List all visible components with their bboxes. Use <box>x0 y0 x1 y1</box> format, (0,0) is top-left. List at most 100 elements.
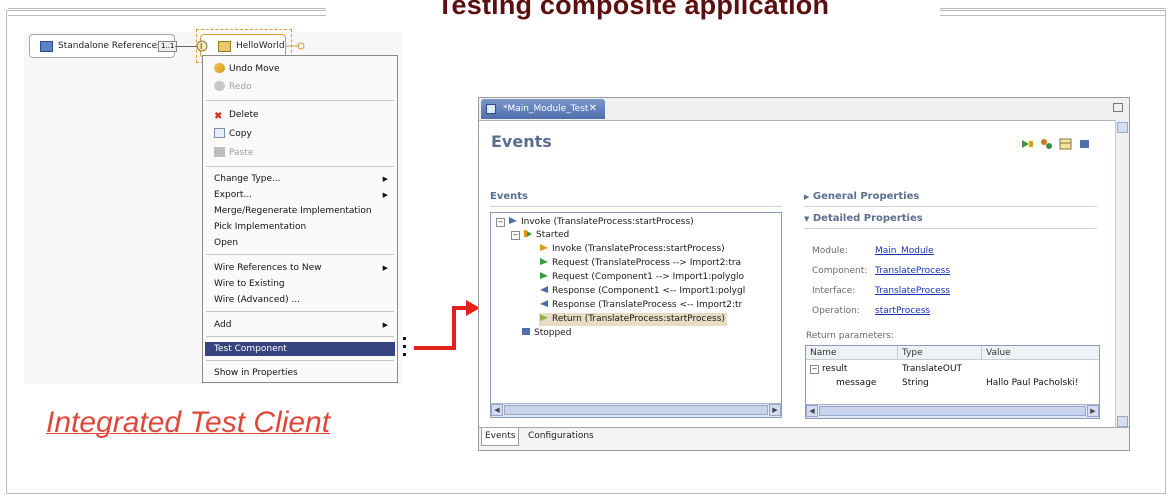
tree-row-label: Request (Component1 --> Import1:polyglo <box>552 272 745 282</box>
menu-item-delete[interactable]: ✖ Delete <box>205 108 395 122</box>
helloworld-label: HelloWorld <box>236 41 285 51</box>
editor-bottom-tabs: Events Configurations <box>479 427 1129 450</box>
operation-link[interactable]: startProcess <box>875 306 930 316</box>
menu-item-show-in-properties[interactable]: Show in Properties <box>205 366 395 380</box>
tree-row[interactable]: Request (TranslateProcess --> Import2:tr… <box>539 257 779 270</box>
scroll-right-icon[interactable]: ▶ <box>1087 405 1099 417</box>
menu-item-undo-move[interactable]: Undo Move <box>205 62 395 76</box>
stop-icon[interactable] <box>1078 138 1091 150</box>
component-label: Component: <box>812 266 868 276</box>
menu-item-add[interactable]: Add ▶ <box>205 318 395 332</box>
invoke-event-icon <box>509 217 517 224</box>
menu-item-wire-advanced[interactable]: Wire (Advanced) ... <box>205 293 395 307</box>
scroll-up-icon[interactable] <box>1117 122 1128 133</box>
collapse-icon[interactable]: − <box>810 365 819 374</box>
close-icon[interactable]: ✕ <box>589 99 597 119</box>
column-header-value[interactable]: Value <box>982 346 1099 360</box>
editor-tab-bar: *Main_Module_Test ✕ <box>479 98 1129 121</box>
menu-item-wire-to-existing[interactable]: Wire to Existing <box>205 277 395 291</box>
menu-item-wire-references-to-new[interactable]: Wire References to New ▶ <box>205 261 395 275</box>
request-icon <box>540 258 548 265</box>
menu-item-merge-regenerate[interactable]: Merge/Regenerate Implementation <box>205 204 395 218</box>
menu-item-copy[interactable]: Copy <box>205 127 395 141</box>
menu-item-label: Redo <box>229 82 252 92</box>
connector-line <box>452 306 456 350</box>
detailed-properties-section[interactable]: ▼ Detailed Properties <box>804 213 923 224</box>
scrollbar-thumb[interactable] <box>504 405 768 415</box>
tree-row-label: Response (Component1 <-- Import1:polygl <box>552 286 746 296</box>
interface-link[interactable]: TranslateProcess <box>875 286 950 296</box>
module-label: Module: <box>812 246 848 256</box>
table-row[interactable]: − result <box>810 363 847 375</box>
menu-item-label: Open <box>214 238 239 248</box>
menu-item-test-component[interactable]: Test Component <box>205 342 395 356</box>
column-header-name[interactable]: Name <box>806 346 898 360</box>
standalone-references-node[interactable]: Standalone References <box>29 34 175 58</box>
scroll-right-icon[interactable]: ▶ <box>769 404 781 416</box>
tab-events[interactable]: Events <box>481 428 520 446</box>
tree-row-label: Invoke (TranslateProcess:startProcess) <box>552 244 725 254</box>
stopped-icon <box>522 328 530 335</box>
tab-configurations[interactable]: Configurations <box>525 428 597 445</box>
module-link[interactable]: Main_Module <box>875 246 934 256</box>
submenu-arrow-icon: ▶ <box>382 175 388 183</box>
menu-item-open[interactable]: Open <box>205 236 395 250</box>
page-title: Events <box>491 132 552 151</box>
menu-separator <box>206 166 394 167</box>
tree-row[interactable]: Invoke (TranslateProcess:startProcess) <box>539 243 725 256</box>
menu-separator <box>206 360 394 361</box>
menu-item-label: Delete <box>229 110 259 120</box>
tree-row[interactable]: Request (Component1 --> Import1:polyglo <box>539 271 779 284</box>
tree-row[interactable]: Stopped <box>521 327 571 340</box>
horizontal-scrollbar[interactable]: ◀ ▶ <box>806 404 1099 418</box>
menu-item-label: Test Component <box>214 344 287 354</box>
scroll-left-icon[interactable]: ◀ <box>491 404 503 416</box>
menu-item-redo[interactable]: Redo <box>205 80 395 94</box>
tree-row-label: Invoke (TranslateProcess:startProcess) <box>521 217 694 227</box>
menu-item-change-type[interactable]: Change Type... ▶ <box>205 172 395 186</box>
table-view-icon[interactable] <box>1059 138 1072 150</box>
tree-row[interactable]: Response (Component1 <-- Import1:polygl <box>539 285 779 298</box>
tree-row-selected[interactable]: Return (TranslateProcess:startProcess) <box>539 313 727 326</box>
reference-icon <box>286 42 305 50</box>
component-link[interactable]: TranslateProcess <box>875 266 950 276</box>
tree-row[interactable]: Response (TranslateProcess <-- Import2:t… <box>539 299 779 312</box>
menu-item-export[interactable]: Export... ▶ <box>205 188 395 202</box>
request-icon <box>540 272 548 279</box>
general-properties-section[interactable]: ▶ General Properties <box>804 191 919 202</box>
tab-main-module-test[interactable]: *Main_Module_Test ✕ <box>481 99 605 119</box>
maximize-icon[interactable] <box>1113 103 1123 112</box>
menu-item-label: Paste <box>229 148 254 158</box>
delete-icon: ✖ <box>214 111 223 122</box>
test-file-icon <box>486 104 496 114</box>
tab-label: *Main_Module_Test <box>503 104 589 114</box>
tree-row[interactable]: − Started <box>511 229 569 242</box>
menu-item-label: Add <box>214 320 232 330</box>
events-section-label: Events <box>490 191 528 202</box>
scrollbar-thumb[interactable] <box>819 406 1086 416</box>
menu-item-label: Copy <box>229 129 252 139</box>
menu-item-label: Show in Properties <box>214 368 298 378</box>
menu-item-paste[interactable]: Paste <box>205 146 395 160</box>
events-tree: − Invoke (TranslateProcess:startProcess) … <box>490 212 782 418</box>
menu-separator <box>206 100 394 101</box>
tree-row[interactable]: − Invoke (TranslateProcess:startProcess) <box>496 216 694 229</box>
menu-item-pick-implementation[interactable]: Pick Implementation <box>205 220 395 234</box>
interface-icon: I <box>196 40 208 52</box>
scroll-left-icon[interactable]: ◀ <box>806 405 818 417</box>
test-editor-window: *Main_Module_Test ✕ Events Events − Invok… <box>478 97 1130 451</box>
scroll-down-icon[interactable] <box>1117 416 1128 427</box>
column-header-type[interactable]: Type <box>898 346 982 360</box>
tree-row-label: Return (TranslateProcess:startProcess) <box>552 314 725 324</box>
attach-icon[interactable] <box>1040 138 1053 150</box>
table-cell: TranslateOUT <box>902 364 963 374</box>
vertical-scrollbar[interactable] <box>1115 120 1129 429</box>
horizontal-scrollbar[interactable]: ◀ ▶ <box>491 403 781 417</box>
collapse-icon[interactable]: − <box>496 218 505 227</box>
svg-text:I: I <box>200 42 202 51</box>
submenu-arrow-icon: ▶ <box>382 264 388 272</box>
section-divider <box>490 206 782 207</box>
invoke-icon[interactable] <box>1021 138 1034 150</box>
collapse-icon[interactable]: − <box>511 231 520 240</box>
connector-line <box>414 346 455 350</box>
